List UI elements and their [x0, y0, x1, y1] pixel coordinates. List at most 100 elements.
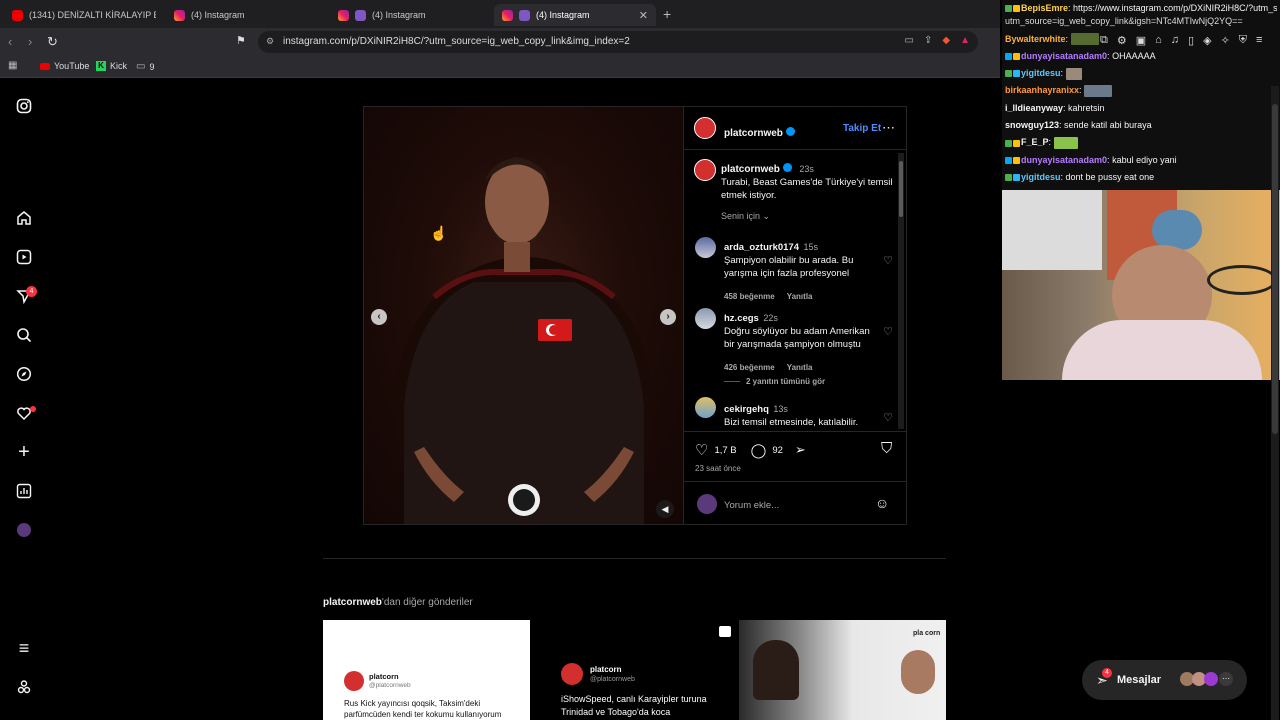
- create-plus-icon[interactable]: +: [14, 441, 34, 463]
- extension-icon[interactable]: ⧉: [1100, 34, 1108, 47]
- media-icon[interactable]: ♫: [1171, 34, 1179, 47]
- post-author[interactable]: platcornweb: [724, 123, 795, 141]
- post-side-panel: platcornweb Takip Et ⋯ platcornweb 23s T…: [683, 107, 907, 524]
- page-scrollbar[interactable]: [1271, 86, 1279, 720]
- back-icon[interactable]: ‹: [8, 34, 12, 49]
- brave-shield-icon[interactable]: ◆: [942, 35, 950, 46]
- commenter-avatar[interactable]: [695, 237, 716, 258]
- instagram-icon: [502, 9, 513, 21]
- like-count[interactable]: 1,7 B: [714, 445, 736, 456]
- ai-icon[interactable]: ✧: [1221, 34, 1230, 47]
- extension-icon[interactable]: ▣: [1136, 34, 1146, 47]
- brave-rewards-icon[interactable]: ▲: [960, 35, 970, 46]
- translation-toggle[interactable]: Senin için ⌄: [721, 211, 770, 222]
- reply-button[interactable]: Yanıtla: [787, 292, 813, 301]
- comments-scrollbar[interactable]: [898, 153, 904, 429]
- chat-username[interactable]: dunyayisatanadam0: [1021, 155, 1107, 165]
- screen-icon[interactable]: ▭: [905, 35, 914, 46]
- new-tab-button[interactable]: +: [663, 6, 671, 22]
- more-post-thumb[interactable]: platcorn @platcornweb iShowSpeed, canlı …: [531, 620, 738, 720]
- reload-icon[interactable]: ↻: [47, 34, 58, 50]
- comment-username[interactable]: hz.cegs: [724, 313, 759, 324]
- threads-icon[interactable]: [14, 677, 34, 697]
- browser-tab-active[interactable]: (4) Instagram ✕: [494, 4, 656, 26]
- bookmark-youtube[interactable]: YouTube: [40, 61, 89, 71]
- search-icon[interactable]: [14, 325, 34, 345]
- chat-text: kahretsin: [1065, 102, 1105, 113]
- comment-icon[interactable]: ◯: [751, 442, 767, 459]
- comment-username[interactable]: cekirgehq: [724, 404, 769, 415]
- browser-tab[interactable]: (4) Instagram: [166, 4, 326, 26]
- menu-icon[interactable]: ≡: [14, 638, 34, 658]
- thumb-avatar: [344, 671, 364, 691]
- more-posts-suffix: 'dan diğer gönderiler: [381, 597, 473, 608]
- comment-count: 92: [772, 444, 783, 456]
- author-avatar[interactable]: [694, 117, 716, 139]
- close-tab-icon[interactable]: ✕: [639, 9, 648, 22]
- wallet-icon[interactable]: ◈: [1203, 34, 1211, 47]
- chat-username[interactable]: BepisEmre: [1021, 3, 1068, 13]
- audio-icon[interactable]: ◀: [656, 500, 674, 518]
- save-bookmark-icon[interactable]: ⛉: [881, 440, 892, 457]
- more-posts-user[interactable]: platcornweb: [323, 597, 382, 608]
- extension-icon[interactable]: ⚙: [1117, 34, 1127, 47]
- like-heart-icon[interactable]: ♡: [695, 441, 708, 459]
- view-replies-button[interactable]: 2 yanıtın tümünü gör: [724, 377, 825, 386]
- next-image-button[interactable]: ›: [660, 309, 676, 325]
- bookmark-folder[interactable]: ▭ 9: [136, 61, 154, 72]
- profile-avatar[interactable]: [14, 520, 34, 540]
- previous-image-button[interactable]: ‹: [371, 309, 387, 325]
- browser-tab[interactable]: (4) Instagram: [330, 4, 490, 26]
- sidebar-icon[interactable]: ▯: [1188, 34, 1194, 47]
- reels-icon[interactable]: [14, 247, 34, 267]
- instagram-logo-icon[interactable]: [14, 96, 34, 116]
- browser-tab[interactable]: (1341) DENİZALTI KİRALAYIP BUZUL...: [4, 4, 164, 26]
- tab-title: (4) Instagram: [191, 10, 245, 20]
- chat-username[interactable]: yigitdesu: [1021, 68, 1061, 78]
- badge-icon: [1013, 139, 1020, 147]
- comment-input[interactable]: Yorum ekle...: [724, 500, 779, 511]
- home-icon[interactable]: [14, 208, 34, 228]
- post-media[interactable]: ‹ › ◀ ☝: [364, 107, 683, 524]
- comment-username[interactable]: arda_ozturk0174: [724, 242, 799, 253]
- reply-button[interactable]: Yanıtla: [787, 363, 813, 372]
- chat-username[interactable]: birkaanhayranixx: [1005, 85, 1079, 95]
- follow-button[interactable]: Takip Et: [843, 123, 881, 134]
- thumb-person: [753, 640, 799, 700]
- comment-likes[interactable]: 458 beğenme: [724, 292, 775, 301]
- site-info-icon[interactable]: ⚙: [266, 36, 274, 47]
- caption-username[interactable]: platcornweb: [721, 164, 780, 175]
- emoji-icon[interactable]: ☺: [875, 495, 889, 511]
- chat-username[interactable]: dunyayisatanadam0: [1021, 51, 1107, 61]
- extension-icon[interactable]: ⌂: [1155, 34, 1162, 47]
- like-comment-icon[interactable]: ♡: [883, 254, 893, 267]
- explore-icon[interactable]: [14, 364, 34, 384]
- chat-username[interactable]: F_E_P: [1021, 137, 1049, 147]
- dashboard-icon[interactable]: [14, 481, 34, 501]
- more-post-thumb[interactable]: pla corn: [739, 620, 946, 720]
- forward-icon[interactable]: ›: [28, 34, 32, 49]
- share-icon[interactable]: ➢: [795, 442, 806, 458]
- author-username[interactable]: platcornweb: [724, 128, 783, 139]
- apps-grid-icon[interactable]: ▦: [8, 60, 17, 71]
- more-options-icon[interactable]: ⋯: [882, 120, 895, 136]
- commenter-avatar[interactable]: [695, 308, 716, 329]
- commenter-avatar[interactable]: [695, 397, 716, 418]
- bookmark-kick[interactable]: K Kick: [96, 61, 127, 71]
- chat-username[interactable]: snowguy123: [1005, 120, 1059, 130]
- like-comment-icon[interactable]: ♡: [883, 325, 893, 338]
- vpn-icon[interactable]: ⛨: [1239, 34, 1247, 47]
- like-comment-icon[interactable]: ♡: [883, 411, 893, 424]
- menu-icon[interactable]: ≡: [1256, 34, 1262, 47]
- chat-message: utm_source=ig_web_copy_link&igsh=NTc4MTI…: [1005, 13, 1277, 30]
- share-icon[interactable]: ⇪: [924, 35, 932, 46]
- more-post-thumb[interactable]: platcorn @platcornweb Rus Kick yayıncısı…: [323, 620, 530, 720]
- bookmark-icon[interactable]: ⚑: [236, 34, 246, 47]
- caption-avatar[interactable]: [694, 159, 716, 181]
- chat-username[interactable]: Bywalterwhite: [1005, 34, 1066, 44]
- url-bar[interactable]: ⚙ instagram.com/p/DXiNIR2iH8C/?utm_sourc…: [258, 31, 978, 53]
- comment-likes[interactable]: 426 beğenme: [724, 363, 775, 372]
- messages-button[interactable]: ➣ 4 Mesajlar ⋯: [1082, 660, 1247, 700]
- chat-username[interactable]: i_lldieanyway: [1005, 103, 1063, 113]
- chat-username[interactable]: yigitdesu: [1021, 172, 1061, 182]
